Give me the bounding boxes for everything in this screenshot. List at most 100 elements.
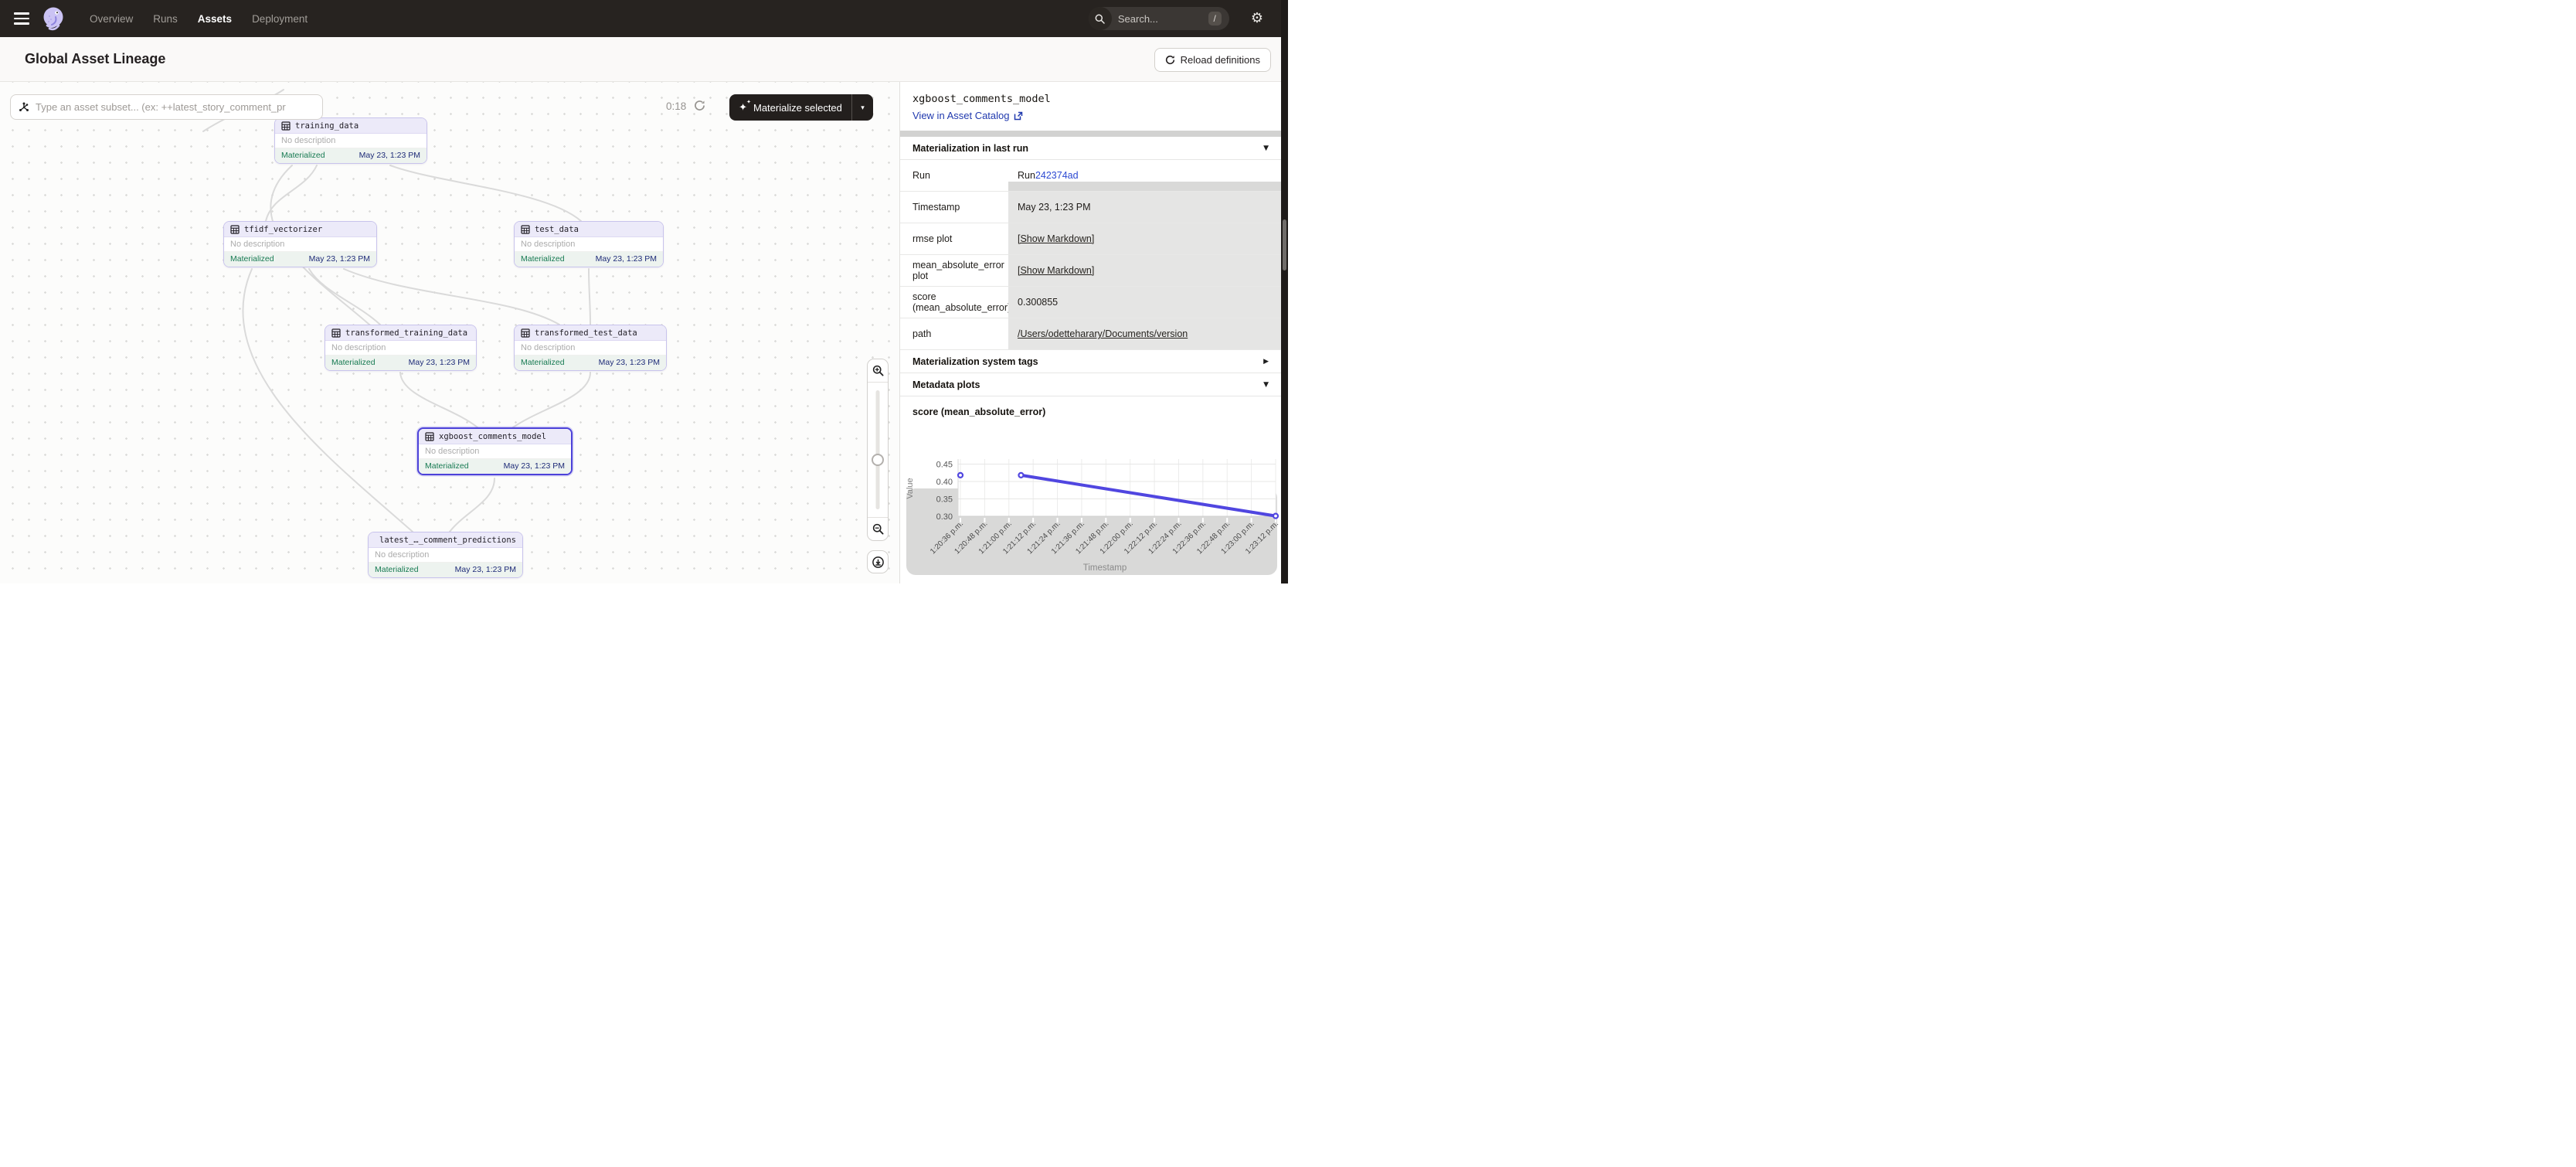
svg-text:0.40: 0.40 (936, 478, 953, 487)
run-prefix: Run (1018, 170, 1035, 181)
metadata-key: path (900, 318, 1008, 349)
zoom-controls (867, 359, 889, 541)
svg-text:Timestamp: Timestamp (1083, 563, 1127, 573)
metadata-table: RunRun 242374adTimestampMay 23, 1:23 PMr… (900, 160, 1281, 350)
materialize-selected-label: Materialize selected (753, 102, 842, 114)
metadata-key: score (mean_absolute_error) (900, 287, 1008, 318)
metadata-value: [Show Markdown] (1008, 255, 1281, 286)
asset-node-tfidf_vectorizer[interactable]: tfidf_vectorizerNo descriptionMaterializ… (223, 221, 377, 267)
asset-node-description: No description (325, 341, 476, 356)
settings-gear-icon[interactable]: ⚙ (1251, 12, 1263, 26)
zoom-slider[interactable] (868, 383, 888, 517)
materialize-options-caret[interactable]: ▾ (851, 94, 873, 121)
asset-node-description: No description (419, 444, 571, 459)
section-materialization-last-run[interactable]: Materialization in last run ▼ (900, 137, 1281, 160)
refresh-icon[interactable] (694, 100, 705, 115)
metadata-row-path: path/Users/odetteharary/Documents/versio… (900, 318, 1281, 350)
metadata-value-link[interactable]: [Show Markdown] (1018, 233, 1094, 244)
metadata-row-run: RunRun 242374ad (900, 160, 1281, 192)
download-icon (872, 556, 885, 569)
metric-plot-title: score (mean_absolute_error) (900, 396, 1281, 417)
table-icon (230, 225, 240, 234)
materialized-timestamp[interactable]: May 23, 1:23 PM (359, 151, 420, 160)
lineage-edge (344, 269, 559, 325)
graph-toolbar: 0:18 ✦✦ Materialize selected ▾ (0, 82, 899, 131)
materialized-timestamp[interactable]: May 23, 1:23 PM (599, 358, 660, 367)
asset-node-name: test_data (535, 225, 579, 234)
materialized-status: Materialized (375, 565, 419, 574)
metadata-key: rmse plot (900, 223, 1008, 254)
metadata-row-mean-absolute-error-plot: mean_absolute_error plot[Show Markdown] (900, 255, 1281, 287)
asset-node-footer: MaterializedMay 23, 1:23 PM (515, 356, 666, 370)
asset-subset-input[interactable] (36, 101, 314, 113)
asset-node-header: test_data (515, 222, 663, 237)
metadata-value-link[interactable]: /Users/odetteharary/Documents/version (1018, 328, 1188, 339)
refresh-timer: 0:18 (666, 100, 686, 112)
nav-item-deployment[interactable]: Deployment (252, 13, 308, 25)
lineage-edge (513, 373, 590, 427)
materialize-selected-button[interactable]: ✦✦ Materialize selected (729, 94, 851, 121)
asset-node-description: No description (515, 341, 666, 356)
section-label: Metadata plots (912, 379, 980, 390)
asset-node-name: transformed_training_data (345, 328, 467, 338)
section-materialization-system-tags[interactable]: Materialization system tags ▶ (900, 350, 1281, 373)
metadata-value: Run 242374ad (1008, 160, 1281, 191)
materialized-status: Materialized (425, 461, 469, 471)
panel-horizontal-scrollbar[interactable] (900, 131, 1281, 137)
asset-node-latest_…_comment_predictions[interactable]: latest_…_comment_predictionsNo descripti… (368, 532, 523, 578)
asset-node-xgboost_comments_model[interactable]: xgboost_comments_modelNo description Mate… (417, 427, 573, 475)
materialized-timestamp[interactable]: May 23, 1:23 PM (409, 358, 470, 367)
reload-definitions-label: Reload definitions (1181, 54, 1260, 66)
chevron-down-icon: ▼ (1263, 145, 1269, 152)
asset-node-header: tfidf_vectorizer (224, 222, 376, 237)
section-label: Materialization in last run (912, 143, 1028, 154)
lineage-filter-icon (19, 102, 29, 113)
asset-node-header: xgboost_comments_model (419, 429, 571, 444)
materialized-timestamp[interactable]: May 23, 1:23 PM (504, 461, 565, 471)
asset-subset-filter[interactable] (10, 94, 323, 120)
zoom-in-icon (872, 365, 884, 376)
materialized-status: Materialized (230, 254, 274, 264)
panel-header: xgboost_comments_model View in Asset Cat… (900, 82, 1281, 126)
page-vertical-scrollbar[interactable] (1281, 82, 1288, 584)
nav-item-runs[interactable]: Runs (153, 13, 178, 25)
metadata-value-link[interactable]: [Show Markdown] (1018, 265, 1094, 276)
section-metadata-plots[interactable]: Metadata plots ▼ (900, 373, 1281, 396)
menu-icon[interactable] (14, 12, 29, 25)
metadata-value: 0.300855 (1008, 287, 1281, 318)
asset-node-transformed_training_data[interactable]: transformed_training_dataNo descriptionM… (325, 325, 477, 371)
dagster-logo[interactable] (40, 5, 66, 32)
page-vertical-scrollbar-top (1281, 0, 1288, 82)
asset-node-header: transformed_training_data (325, 325, 476, 341)
lineage-edge (450, 478, 494, 532)
download-image-button[interactable] (867, 550, 889, 573)
materialized-timestamp[interactable]: May 23, 1:23 PM (596, 254, 657, 264)
asset-details-panel: xgboost_comments_model View in Asset Cat… (900, 82, 1281, 584)
materialized-status: Materialized (521, 254, 565, 264)
chevron-right-icon: ▶ (1263, 358, 1269, 366)
table-icon (521, 225, 530, 234)
metadata-value: May 23, 1:23 PM (1008, 192, 1281, 223)
lineage-graph-canvas[interactable]: training_dataNo descriptionMaterializedM… (0, 82, 900, 584)
reload-definitions-button[interactable]: Reload definitions (1154, 48, 1271, 72)
run-cell-scrollbar[interactable] (1008, 182, 1281, 191)
view-in-asset-catalog-label: View in Asset Catalog (912, 110, 1010, 121)
scrollbar-thumb[interactable] (1283, 219, 1286, 270)
run-id-link[interactable]: 242374ad (1035, 170, 1079, 181)
nav-item-assets[interactable]: Assets (198, 13, 232, 25)
asset-node-transformed_test_data[interactable]: transformed_test_dataNo descriptionMater… (514, 325, 667, 371)
asset-node-test_data[interactable]: test_dataNo descriptionMaterializedMay 2… (514, 221, 664, 267)
global-search[interactable]: Search... / (1089, 7, 1229, 30)
asset-node-footer: Materialized May 23, 1:23 PM (369, 563, 522, 577)
metadata-key: Timestamp (900, 192, 1008, 223)
zoom-out-button[interactable] (868, 517, 888, 540)
zoom-in-button[interactable] (868, 359, 888, 383)
view-in-asset-catalog-link[interactable]: View in Asset Catalog (912, 110, 1269, 121)
materialized-timestamp[interactable]: May 23, 1:23 PM (309, 254, 370, 264)
nav-item-overview[interactable]: Overview (90, 13, 133, 25)
asset-node-footer: MaterializedMay 23, 1:23 PM (325, 356, 476, 370)
page-header: Global Asset Lineage Reload definitions (0, 37, 1288, 82)
zoom-slider-thumb[interactable] (872, 454, 884, 466)
materialized-timestamp[interactable]: May 23, 1:23 PM (455, 565, 516, 574)
asset-node-footer: MaterializedMay 23, 1:23 PM (275, 148, 427, 163)
